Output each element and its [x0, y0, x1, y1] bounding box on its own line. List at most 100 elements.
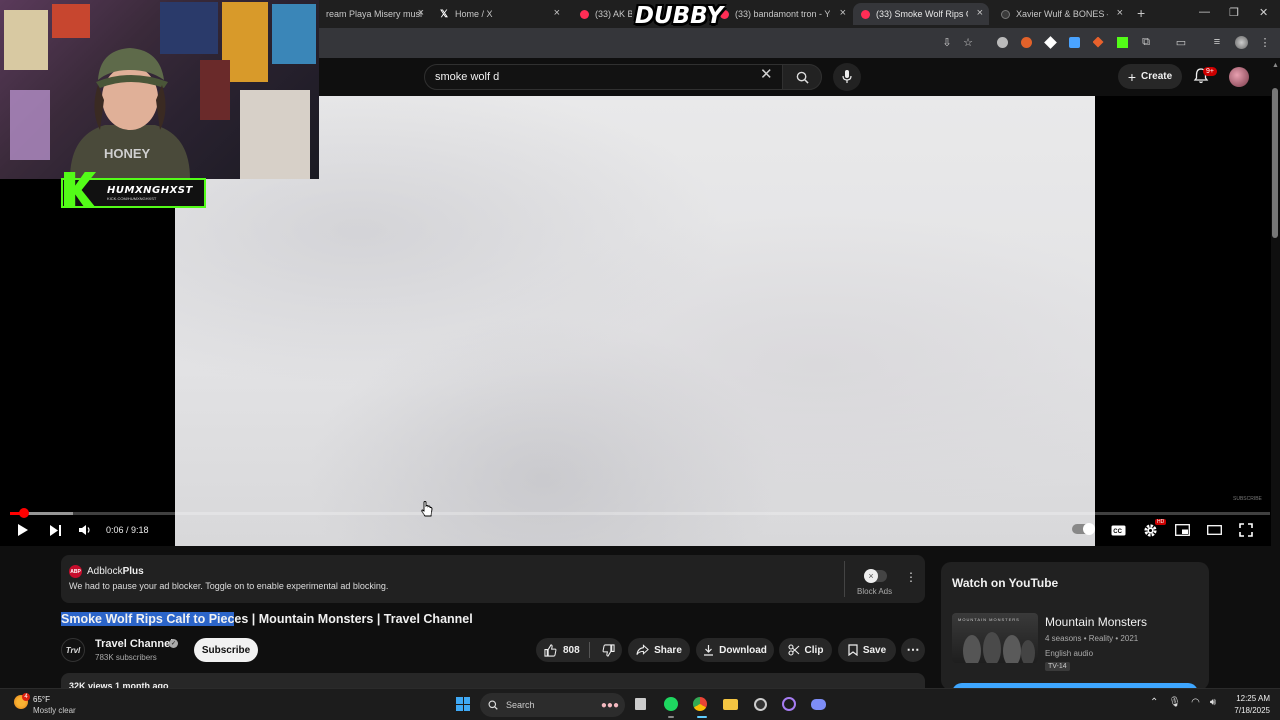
mute-button[interactable] [76, 522, 94, 538]
search-button[interactable] [782, 64, 822, 90]
share-button[interactable]: Share [628, 638, 690, 662]
tab-close-icon[interactable]: × [1117, 7, 1123, 19]
folder-app-icon[interactable] [721, 695, 739, 713]
search-input[interactable]: smoke wolf d [424, 64, 786, 90]
clock-date[interactable]: 7/18/2025 [1226, 706, 1270, 715]
minimize-icon[interactable]: — [1199, 6, 1210, 18]
miniplayer-icon [1174, 524, 1190, 536]
tab-bandamont-tron[interactable]: (33) bandamont tron - You × [712, 3, 852, 25]
save-button[interactable]: Save [838, 638, 896, 662]
tab-playa-misery[interactable]: ream Playa Misery musi × [318, 3, 430, 25]
new-tab-button[interactable]: + [1137, 5, 1145, 21]
profile-icon[interactable] [1234, 35, 1248, 49]
scroll-up-arrow-icon[interactable]: ▲ [1272, 62, 1279, 69]
subscribe-button[interactable]: Subscribe [194, 638, 258, 662]
chevron-up-icon[interactable]: ⌃ [1150, 697, 1158, 708]
channel-avatar[interactable]: Trvl [61, 638, 85, 662]
generic-site-icon [1001, 9, 1010, 19]
tab-home-x[interactable]: 𝕏 Home / X × [432, 3, 566, 25]
captions-icon: CC [1111, 525, 1125, 535]
more-options-icon[interactable]: ⋮ [905, 570, 917, 584]
extensions-puzzle-icon[interactable]: ⧉ [1139, 35, 1153, 49]
progress-bar[interactable] [10, 508, 1270, 518]
clip-button[interactable]: Clip [779, 638, 832, 662]
clear-search-icon[interactable]: ✕ [760, 67, 773, 83]
bookmark-star-icon[interactable]: ☆ [961, 35, 975, 49]
next-button[interactable] [46, 522, 64, 538]
extension-icon[interactable] [995, 35, 1009, 49]
save-label: Save [862, 644, 887, 656]
tab-label: Home / X [455, 9, 493, 19]
extension-icon[interactable] [1115, 35, 1129, 49]
fullscreen-button[interactable] [1237, 522, 1255, 538]
obs-app-icon[interactable] [751, 695, 769, 713]
like-button[interactable]: 808 [544, 643, 580, 657]
more-horizontal-icon: ⋯ [906, 642, 920, 657]
theater-mode-button[interactable] [1205, 522, 1223, 538]
extension-icon[interactable] [1091, 35, 1105, 49]
toggle-off-icon: × [864, 569, 878, 583]
download-label: Download [719, 644, 767, 656]
discord-app-icon[interactable] [809, 695, 827, 713]
chrome-app-icon[interactable] [691, 695, 709, 713]
play-button[interactable] [14, 522, 32, 538]
clock-time[interactable]: 12:25 AM [1232, 694, 1270, 703]
extension-icon[interactable] [1043, 35, 1057, 49]
channel-name[interactable]: Travel Channel [95, 638, 173, 650]
notification-count-badge: 9+ [1203, 67, 1217, 76]
windows-taskbar: 4 65°F Mostly clear Search ●●● ⌃ 🎙︎ ◠ 🔊︎… [0, 688, 1280, 720]
divider [844, 561, 845, 597]
account-avatar[interactable] [1229, 67, 1249, 87]
weather-temperature[interactable]: 65°F [33, 695, 50, 704]
browser-menu-icon[interactable]: ⋮ [1258, 35, 1272, 49]
purple-app-icon[interactable] [780, 695, 798, 713]
subscribe-watermark[interactable]: SUBSCRIBE [1233, 496, 1262, 502]
share-icon [636, 644, 649, 655]
tab-xavier-wulf[interactable]: Xavier Wulf & BONES – M × [993, 3, 1129, 25]
restore-icon[interactable]: ❐ [1229, 6, 1239, 19]
autoplay-toggle[interactable] [1072, 523, 1095, 535]
reading-list-icon[interactable]: ≡ [1210, 35, 1224, 49]
description-box[interactable]: 32K views 1 month ago [61, 673, 925, 689]
microphone-icon[interactable]: 🎙︎ [1168, 697, 1181, 708]
windows-start-button[interactable] [456, 697, 470, 711]
weather-description[interactable]: Mostly clear [33, 706, 76, 715]
tab-ak-bar[interactable]: (33) AK Bar [572, 3, 632, 25]
subtitles-button[interactable]: CC [1109, 522, 1127, 538]
thumbs-up-icon [544, 643, 557, 657]
taskbar-search[interactable]: Search ●●● [480, 693, 625, 717]
scrollbar-thumb[interactable] [1272, 88, 1278, 238]
divider [589, 642, 590, 658]
extension-icon[interactable] [1067, 35, 1081, 49]
show-name[interactable]: Mountain Monsters [1045, 615, 1147, 629]
tab-close-icon[interactable]: × [977, 7, 983, 19]
wifi-icon[interactable]: ◠ [1191, 697, 1200, 708]
dislike-button[interactable] [602, 643, 615, 657]
file-explorer-app-icon[interactable] [631, 695, 649, 713]
more-actions-button[interactable]: ⋯ [901, 638, 925, 662]
scrubber-handle[interactable] [18, 508, 29, 518]
show-thumbnail[interactable]: MOUNTAIN MONSTERS [952, 613, 1038, 663]
speaker-icon[interactable]: 🔊︎ [1210, 697, 1216, 708]
tab-close-icon[interactable]: × [418, 7, 424, 19]
streamer-name: HUMXNGHXST [107, 185, 193, 196]
tab-close-icon[interactable]: × [840, 7, 846, 19]
voice-search-button[interactable] [833, 63, 861, 91]
tab-smoke-wolf-active[interactable]: (33) Smoke Wolf Rips Calf × [853, 3, 989, 25]
extension-icon[interactable] [1019, 35, 1033, 49]
wall-poster [4, 10, 48, 70]
install-app-icon[interactable]: ⇩ [940, 35, 954, 49]
share-label: Share [654, 644, 682, 656]
selected-title-text: Smoke Wolf Rips Calf to Piec [61, 612, 235, 626]
side-panel-icon[interactable]: ▭ [1174, 35, 1188, 49]
create-button[interactable]: + Create [1118, 64, 1182, 89]
tab-close-icon[interactable]: × [554, 7, 560, 19]
fullscreen-icon [1239, 523, 1253, 537]
dubby-logo: DUBBY [634, 3, 724, 29]
block-ads-toggle[interactable]: × [864, 569, 887, 583]
miniplayer-button[interactable] [1173, 522, 1191, 538]
window-close-icon[interactable]: ✕ [1259, 6, 1268, 19]
tab-label: Xavier Wulf & BONES – M [1016, 9, 1108, 19]
download-button[interactable]: Download [696, 638, 774, 662]
spotify-app-icon[interactable] [662, 695, 680, 713]
